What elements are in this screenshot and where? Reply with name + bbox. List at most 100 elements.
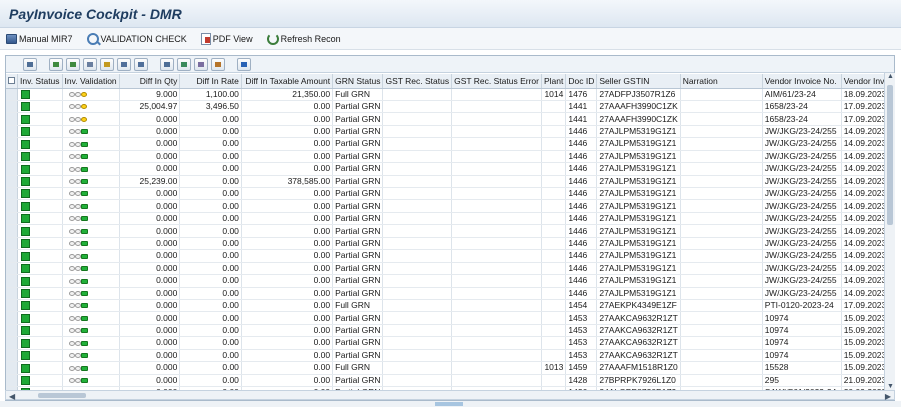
row-selector[interactable]: [6, 349, 18, 363]
table-row[interactable]: 0.000 0.00 0.00 Partial GRN 1446 27AJLPM5319G…: [6, 237, 894, 251]
row-selector[interactable]: [6, 212, 18, 226]
col-vendor-invoice-no[interactable]: Vendor Invoice No.: [762, 74, 842, 89]
col-narration[interactable]: Narration: [680, 74, 763, 89]
table-row[interactable]: 0.000 0.00 0.00 Partial GRN 1446 27AJLPM5319G…: [6, 162, 894, 176]
col-gst-rec-error[interactable]: GST Rec. Status Error: [451, 74, 542, 89]
table-row[interactable]: 9.000 1,100.00 21,350.00 Full GRN 1014 1476 27…: [6, 88, 894, 101]
diff-rate-cell: 0.00: [179, 299, 242, 313]
inv-validation-cell: [62, 162, 120, 176]
table-row[interactable]: 0.000 0.00 0.00 Partial GRN 1446 27AJLPM5319G…: [6, 150, 894, 164]
col-diff-qty[interactable]: Diff In Qty: [119, 74, 181, 89]
refresh-recon-button[interactable]: Refresh Recon: [266, 32, 341, 45]
table-row[interactable]: 0.000 0.00 0.00 Partial GRN 1428 27BPRPK7926L…: [6, 374, 894, 388]
spreadsheet-icon[interactable]: [211, 57, 225, 71]
table-row[interactable]: 0.000 0.00 0.00 Partial GRN 1453 27AAKCA9632R…: [6, 349, 894, 363]
traffic-light-green-icon: [68, 154, 88, 160]
print-icon[interactable]: [160, 57, 174, 71]
col-diff-taxable[interactable]: Diff In Taxable Amount: [241, 74, 334, 89]
row-selector[interactable]: [6, 374, 18, 388]
horizontal-scroll-thumb[interactable]: [38, 393, 86, 398]
table-row[interactable]: 0.000 0.00 0.00 Partial GRN 1446 27AJLPM5319G…: [6, 249, 894, 263]
subtotal-icon[interactable]: [134, 57, 148, 71]
diff-rate-cell: 0.00: [179, 336, 242, 350]
scroll-right-icon[interactable]: ▶: [885, 392, 891, 401]
sort-ascending-icon[interactable]: [49, 57, 63, 71]
narration-cell: [680, 175, 763, 189]
col-inv-validation[interactable]: Inv. Validation: [62, 74, 120, 89]
table-row[interactable]: 0.000 0.00 0.00 Full GRN 1013 1459 27AAAFM1518…: [6, 361, 894, 375]
table-row[interactable]: 0.000 0.00 0.00 Partial GRN 1446 27AJLPM5319G…: [6, 187, 894, 201]
info-icon[interactable]: [237, 57, 251, 71]
table-row[interactable]: 0.000 0.00 0.00 Partial GRN 1446 27AJLPM5319G…: [6, 137, 894, 151]
col-inv-status[interactable]: Inv. Status: [17, 74, 63, 89]
table-row[interactable]: 0.000 0.00 0.00 Partial GRN 1446 27AJLPM5319G…: [6, 274, 894, 288]
scroll-left-icon[interactable]: ◀: [9, 392, 15, 401]
row-selector[interactable]: [6, 311, 18, 325]
table-row[interactable]: 25,239.00 0.00 378,585.00 Partial GRN 1446 27…: [6, 175, 894, 189]
row-selector[interactable]: [6, 287, 18, 300]
row-selector[interactable]: [6, 199, 18, 213]
row-selector[interactable]: [6, 324, 18, 338]
row-selector[interactable]: [6, 336, 18, 350]
table-row[interactable]: 0.000 0.00 0.00 Partial GRN 1446 27AJLPM5319G…: [6, 224, 894, 238]
table-row[interactable]: 0.000 0.00 0.00 Partial GRN 1446 27AJLPM5319G…: [6, 287, 894, 300]
table-row[interactable]: 25,004.97 3,496.50 0.00 Partial GRN 1441 27AA…: [6, 100, 894, 114]
row-selector[interactable]: [6, 112, 18, 126]
row-selector[interactable]: [6, 150, 18, 164]
col-gst-rec-status[interactable]: GST Rec. Status: [382, 74, 453, 89]
row-selector[interactable]: [6, 224, 18, 238]
row-selector[interactable]: [6, 361, 18, 375]
row-selector[interactable]: [6, 187, 18, 201]
filter-icon[interactable]: [100, 57, 114, 71]
gst-rec-status-cell: [382, 175, 453, 189]
scroll-down-icon[interactable]: ▼: [887, 383, 894, 390]
table-row[interactable]: 0.000 0.00 0.00 Partial GRN 1446 27AJLPM5319G…: [6, 262, 894, 276]
row-selector[interactable]: [6, 125, 18, 139]
table-row[interactable]: 0.000 0.00 0.00 Partial GRN 1446 27AJLPM5319G…: [6, 125, 894, 139]
col-diff-rate[interactable]: Diff In Rate: [179, 74, 242, 89]
validation-check-button[interactable]: VALIDATION CHECK: [86, 32, 187, 45]
manual-mir7-button[interactable]: Manual MIR7: [6, 33, 73, 44]
seller-gstin-cell: 27AAAFH3990C1ZK: [596, 100, 681, 114]
vertical-scroll-thumb[interactable]: [887, 85, 893, 225]
pdf-view-button[interactable]: PDF View: [200, 32, 253, 45]
sum-icon[interactable]: [117, 57, 131, 71]
scroll-up-icon[interactable]: ▲: [887, 73, 894, 80]
row-selector[interactable]: [6, 100, 18, 114]
table-row[interactable]: 0.000 0.00 0.00 Partial GRN 1446 27AJLPM5319G…: [6, 199, 894, 213]
row-selector[interactable]: [6, 299, 18, 313]
col-doc-id[interactable]: Doc ID: [565, 74, 598, 89]
vertical-scrollbar[interactable]: ▲ ▼: [884, 73, 895, 390]
table-row[interactable]: 0.000 0.00 0.00 Partial GRN 1441 27AAAFH3990C…: [6, 112, 894, 126]
row-selector[interactable]: [6, 262, 18, 276]
table-row[interactable]: 0.000 0.00 0.00 Partial GRN 1453 27AAKCA9632R…: [6, 311, 894, 325]
details-icon[interactable]: [23, 57, 37, 71]
vendor-invoice-no-cell: 1658/23-24: [762, 100, 842, 114]
row-selector[interactable]: [6, 137, 18, 151]
horizontal-scrollbar[interactable]: ◀ ▶: [5, 390, 895, 401]
narration-cell: [680, 224, 763, 238]
seller-gstin-cell: 27AJLPM5319G1Z1: [596, 150, 681, 164]
row-selector[interactable]: [6, 274, 18, 288]
table-row[interactable]: 0.000 0.00 0.00 Partial GRN 1446 27AJLPM5319G…: [6, 212, 894, 226]
export-icon[interactable]: [177, 57, 191, 71]
col-plant[interactable]: Plant: [541, 74, 567, 89]
col-grn-status[interactable]: GRN Status: [332, 74, 384, 89]
row-selector[interactable]: [6, 162, 18, 176]
col-seller-gstin[interactable]: Seller GSTIN: [596, 74, 681, 89]
layout-icon[interactable]: [194, 57, 208, 71]
table-row[interactable]: 0.000 0.00 0.00 Partial GRN 1453 27AAKCA9632R…: [6, 336, 894, 350]
diff-taxable-cell: 0.00: [241, 237, 334, 251]
row-selector[interactable]: [6, 175, 18, 189]
seller-gstin-cell: 27ADFPJ3507R1Z6: [596, 88, 681, 101]
row-selector[interactable]: [6, 237, 18, 251]
select-all-header[interactable]: [6, 74, 18, 89]
table-row[interactable]: 0.000 0.00 0.00 Full GRN 1454 27AEKPK4349E1ZF…: [6, 299, 894, 313]
sort-descending-icon[interactable]: [66, 57, 80, 71]
find-icon[interactable]: [83, 57, 97, 71]
row-selector[interactable]: [6, 88, 18, 101]
row-selector[interactable]: [6, 249, 18, 263]
gst-rec-error-cell: [451, 224, 542, 238]
table-row[interactable]: 0.000 0.00 0.00 Partial GRN 1453 27AAKCA9632R…: [6, 324, 894, 338]
invoice-grid: Inv. Status Inv. Validation Diff In Qty …: [5, 55, 895, 401]
